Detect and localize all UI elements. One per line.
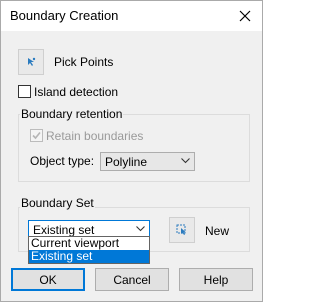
close-button[interactable]: [228, 1, 262, 31]
object-type-label: Object type:: [30, 154, 95, 168]
chevron-down-icon: [181, 158, 190, 164]
close-icon: [239, 10, 251, 22]
island-detection-checkbox[interactable]: [18, 85, 31, 98]
boundary-retention-label: Boundary retention: [20, 107, 124, 121]
boundary-retention-group: [18, 114, 250, 182]
new-label: New: [205, 224, 230, 238]
pick-points-button[interactable]: [18, 49, 44, 75]
new-selection-icon: [176, 224, 186, 235]
ok-button-label: OK: [39, 272, 57, 287]
dialog-title: Boundary Creation: [10, 8, 119, 23]
boundary-set-value: Existing set: [33, 223, 95, 237]
retain-boundaries-checkbox[interactable]: [30, 129, 43, 142]
boundary-set-label: Boundary Set: [20, 196, 95, 210]
help-button[interactable]: Help: [179, 268, 253, 291]
pick-points-icon: [28, 57, 36, 66]
boundary-creation-dialog: Boundary Creation Pick Points Island det…: [0, 0, 263, 302]
check-icon: [32, 131, 41, 140]
pick-points-label: Pick Points: [54, 55, 114, 69]
option-existing-set[interactable]: Existing set: [29, 250, 149, 263]
title-bar: Boundary Creation: [1, 1, 262, 31]
island-detection-label: Island detection: [34, 85, 119, 99]
object-type-value: Polyline: [105, 155, 148, 169]
ok-button[interactable]: OK: [11, 268, 85, 291]
object-type-select[interactable]: Polyline: [100, 152, 195, 171]
help-button-label: Help: [203, 272, 229, 287]
boundary-set-dropdown-list: Current viewport Existing set: [28, 236, 150, 264]
retain-boundaries-label: Retain boundaries: [46, 129, 144, 143]
cancel-button-label: Cancel: [113, 272, 151, 287]
chevron-down-icon: [136, 226, 145, 232]
new-selection-button[interactable]: [169, 217, 195, 243]
cancel-button[interactable]: Cancel: [95, 268, 169, 291]
